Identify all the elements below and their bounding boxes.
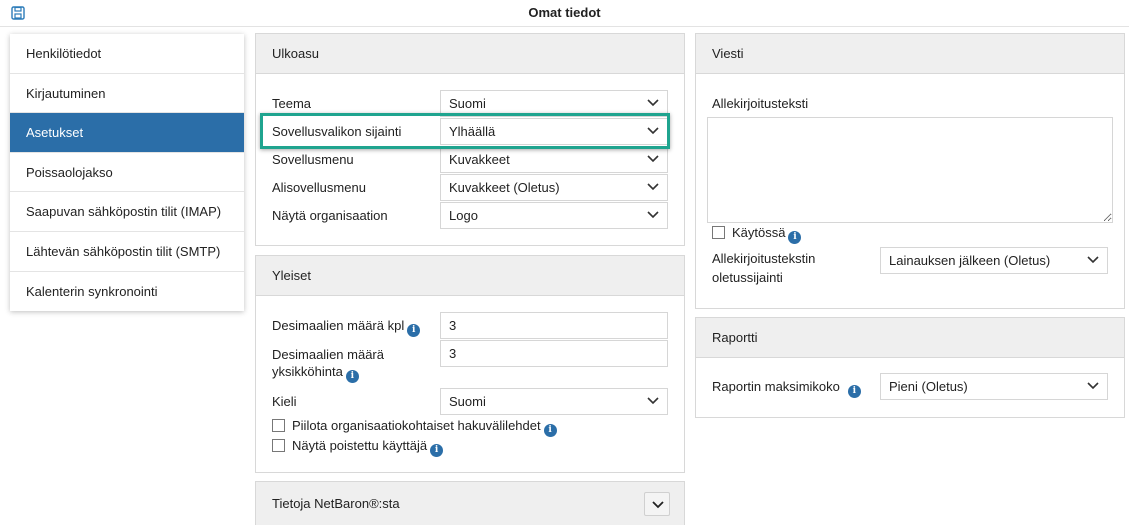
- max-size-label-text: Raportin maksimikoko: [712, 379, 840, 394]
- chevron-down-icon: [652, 501, 664, 509]
- max-size-value: Pieni (Oletus): [889, 379, 968, 394]
- chevron-down-icon: [647, 127, 659, 135]
- show-deleted-row: Näytä poistettu käyttäjä i: [272, 437, 668, 457]
- sovellusvalikko-select[interactable]: Ylhäällä: [440, 118, 668, 145]
- alisovellusmenu-row: Alisovellusmenu Kuvakkeet (Oletus): [272, 174, 668, 201]
- chevron-down-icon: [647, 183, 659, 191]
- signature-label: Allekirjoitusteksti: [712, 96, 809, 111]
- decimals-label: Desimaalien määrä kpl i: [272, 318, 421, 337]
- info-icon[interactable]: i: [847, 385, 861, 398]
- sovellusvalikko-value: Ylhäällä: [449, 124, 496, 139]
- nayta-organisaation-select[interactable]: Logo: [440, 202, 668, 229]
- about-header[interactable]: Tietoja NetBaron®:sta: [256, 482, 684, 525]
- kieli-select[interactable]: Suomi: [440, 388, 668, 415]
- kieli-value: Suomi: [449, 394, 486, 409]
- sidebar-item-asetukset[interactable]: Asetukset: [10, 113, 244, 153]
- max-size-row: Raportin maksimikoko i Pieni (Oletus): [712, 373, 1108, 400]
- in-use-checkbox[interactable]: [712, 226, 725, 239]
- raportti-panel: Raportti Raportin maksimikoko i Pieni (Ol…: [695, 317, 1125, 418]
- hide-tabs-row: Piilota organisaatiokohtaiset hakuvälile…: [272, 417, 668, 437]
- unit-decimals-label-line2: yksikköhinta: [272, 364, 343, 379]
- sovellusvalikko-label: Sovellusvalikon sijainti: [272, 124, 402, 139]
- sidebar-item-imap[interactable]: Saapuvan sähköpostin tilit (IMAP): [10, 192, 244, 232]
- ulkoasu-panel: Ulkoasu Teema Suomi Sovellusvalikon sija…: [255, 33, 685, 246]
- chevron-down-icon: [1087, 382, 1099, 390]
- yleiset-header: Yleiset: [256, 256, 684, 296]
- default-position-row: Allekirjoitustekstin oletussijainti Laina…: [712, 247, 1108, 291]
- ulkoasu-header: Ulkoasu: [256, 34, 684, 74]
- info-icon[interactable]: i: [345, 370, 359, 383]
- nayta-organisaation-label: Näytä organisaation: [272, 208, 388, 223]
- chevron-down-icon: [647, 155, 659, 163]
- in-use-label: Käytössä i: [732, 225, 802, 244]
- sovellusmenu-row: Sovellusmenu Kuvakkeet: [272, 146, 668, 173]
- default-position-label: Allekirjoitustekstin oletussijainti: [712, 249, 815, 287]
- hide-tabs-label-text: Piilota organisaatiokohtaiset hakuvälile…: [292, 418, 541, 433]
- top-bar: Omat tiedot: [0, 0, 1129, 27]
- sidebar-item-henkilotiedot[interactable]: Henkilötiedot: [10, 34, 244, 74]
- teema-select[interactable]: Suomi: [440, 90, 668, 117]
- info-icon[interactable]: i: [543, 424, 557, 437]
- sidebar-item-smtp[interactable]: Lähtevän sähköpostin tilit (SMTP): [10, 232, 244, 272]
- show-deleted-label-text: Näytä poistettu käyttäjä: [292, 438, 428, 453]
- unit-decimals-label-line1: Desimaalien määrä: [272, 347, 384, 362]
- raportti-header: Raportti: [696, 318, 1124, 358]
- teema-value: Suomi: [449, 96, 486, 111]
- default-position-label-line1: Allekirjoitustekstin: [712, 251, 816, 266]
- hide-tabs-checkbox[interactable]: [272, 419, 285, 432]
- unit-decimals-label: Desimaalien määrä yksikköhinta i: [272, 346, 384, 383]
- sovellusmenu-label: Sovellusmenu: [272, 152, 354, 167]
- show-deleted-checkbox[interactable]: [272, 439, 285, 452]
- info-icon[interactable]: i: [788, 231, 802, 244]
- signature-label-row: Allekirjoitusteksti: [712, 94, 1108, 112]
- unit-decimals-input[interactable]: 3: [440, 340, 668, 367]
- page-title: Omat tiedot: [528, 5, 601, 20]
- sovellusmenu-select[interactable]: Kuvakkeet: [440, 146, 668, 173]
- in-use-label-text: Käytössä: [732, 225, 786, 240]
- chevron-down-icon: [1087, 256, 1099, 264]
- teema-row: Teema Suomi: [272, 90, 668, 117]
- max-size-label: Raportin maksimikoko i: [712, 379, 861, 398]
- show-deleted-label: Näytä poistettu käyttäjä i: [292, 438, 444, 457]
- viesti-header: Viesti: [696, 34, 1124, 74]
- kieli-row: Kieli Suomi: [272, 388, 668, 415]
- decimals-row: Desimaalien määrä kpl i 3: [272, 312, 668, 339]
- default-position-label-line2: oletussijainti: [712, 270, 783, 285]
- alisovellusmenu-value: Kuvakkeet (Oletus): [449, 180, 560, 195]
- about-panel: Tietoja NetBaron®:sta: [255, 481, 685, 525]
- teema-label: Teema: [272, 96, 312, 111]
- default-position-select[interactable]: Lainauksen jälkeen (Oletus): [880, 247, 1108, 274]
- decimals-input[interactable]: 3: [440, 312, 668, 339]
- chevron-down-icon: [647, 211, 659, 219]
- chevron-down-icon: [647, 99, 659, 107]
- nayta-organisaation-row: Näytä organisaation Logo: [272, 202, 668, 229]
- max-size-select[interactable]: Pieni (Oletus): [880, 373, 1108, 400]
- expand-button[interactable]: [644, 492, 670, 516]
- sovellusvalikko-row: Sovellusvalikon sijainti Ylhäällä: [272, 118, 668, 145]
- settings-sidebar: Henkilötiedot Kirjautuminen Asetukset Po…: [10, 34, 244, 312]
- sovellusmenu-value: Kuvakkeet: [449, 152, 510, 167]
- alisovellusmenu-label: Alisovellusmenu: [272, 180, 366, 195]
- alisovellusmenu-select[interactable]: Kuvakkeet (Oletus): [440, 174, 668, 201]
- decimals-label-text: Desimaalien määrä kpl: [272, 318, 405, 333]
- hide-tabs-label: Piilota organisaatiokohtaiset hakuvälile…: [292, 418, 557, 437]
- default-position-value: Lainauksen jälkeen (Oletus): [889, 253, 1051, 268]
- unit-decimals-row: Desimaalien määrä yksikköhinta i 3: [272, 340, 668, 384]
- info-icon[interactable]: i: [430, 444, 444, 457]
- sidebar-item-kirjautuminen[interactable]: Kirjautuminen: [10, 74, 244, 114]
- info-icon[interactable]: i: [407, 324, 421, 337]
- sidebar-item-calendar-sync[interactable]: Kalenterin synkronointi: [10, 272, 244, 312]
- kieli-label: Kieli: [272, 394, 297, 409]
- nayta-organisaation-value: Logo: [449, 208, 478, 223]
- in-use-row: Käytössä i: [712, 224, 1108, 244]
- chevron-down-icon: [647, 397, 659, 405]
- signature-textarea[interactable]: [707, 117, 1113, 223]
- sidebar-item-poissaolojakso[interactable]: Poissaolojakso: [10, 153, 244, 193]
- yleiset-panel: Yleiset Desimaalien määrä kpl i 3 Desimaa…: [255, 255, 685, 473]
